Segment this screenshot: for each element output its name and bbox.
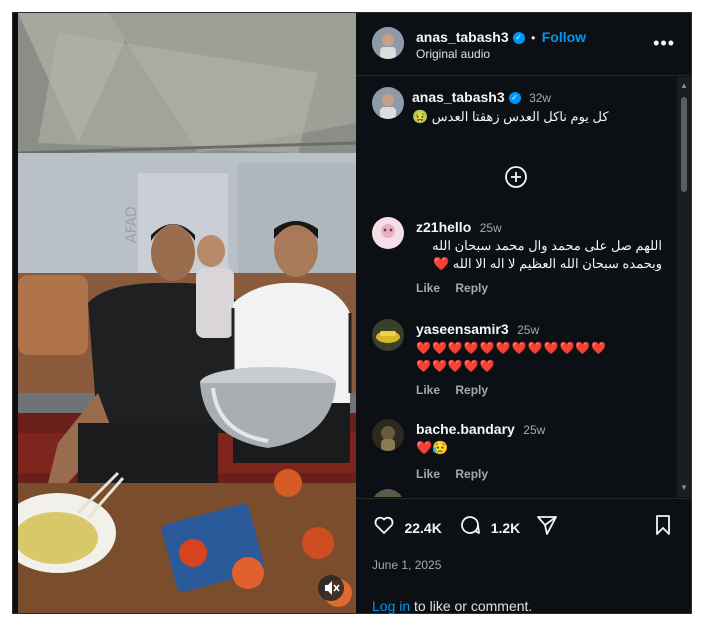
audio-label[interactable]: Original audio (416, 47, 490, 61)
comment-like-button[interactable]: Like (416, 383, 440, 397)
comments-scrollbar[interactable]: ▲ ▼ (677, 77, 691, 497)
post-dialog: AFAD anas_tabash3 ✓ • Follow Original au… (12, 12, 692, 614)
comment-text-line: ❤️❤️❤️❤️❤️❤️❤️❤️❤️❤️❤️❤️ (416, 341, 608, 355)
author-username[interactable]: anas_tabash3 (416, 29, 509, 45)
likes-count[interactable]: 22.4K (404, 520, 441, 536)
commenter-username[interactable]: yaseensamir3 (416, 321, 509, 337)
commenter-username[interactable]: bache.bandary (416, 421, 515, 437)
comment-reply-button[interactable]: Reply (455, 281, 488, 295)
post-actions-footer: 22.4K 1.2K June 1, 2025 Log in to like o… (356, 498, 691, 614)
comment-text-line: اللهم صل على محمد وال محمد سبحان الله (432, 238, 662, 253)
comment-like-button[interactable]: Like (416, 281, 440, 295)
comment-reply-button[interactable]: Reply (455, 467, 488, 481)
comment-icon[interactable] (458, 513, 482, 542)
commenter-avatar[interactable] (372, 319, 404, 351)
comment-reply-button[interactable]: Reply (455, 383, 488, 397)
login-prompt: Log in to like or comment. (372, 598, 532, 614)
caption-username[interactable]: anas_tabash3 (412, 89, 505, 105)
scroll-down-icon[interactable]: ▼ (680, 483, 688, 492)
separator-dot: • (531, 31, 536, 45)
video-frame: AFAD (18, 13, 356, 613)
post-header: anas_tabash3 ✓ • Follow Original audio ••… (356, 13, 691, 76)
heart-icon[interactable] (372, 513, 396, 542)
comment-text-line: وبحمده سبحان الله العظيم لا اله الا الله… (433, 256, 662, 271)
mute-icon[interactable] (318, 575, 344, 601)
caption-text: كل يوم ناكل العدس زهقتا العدس 🤢 (412, 109, 609, 124)
share-icon[interactable] (535, 513, 559, 542)
comments-count[interactable]: 1.2K (491, 520, 521, 536)
load-more-comments-icon[interactable] (504, 165, 528, 189)
commenter-avatar[interactable] (372, 489, 404, 497)
post-side-panel: anas_tabash3 ✓ • Follow Original audio ••… (356, 13, 691, 614)
bookmark-icon[interactable] (651, 513, 675, 542)
comment-text-line: ❤️❤️❤️❤️❤️ (416, 359, 496, 373)
comment-text-line: ❤️😥 (416, 440, 449, 455)
comment-age[interactable]: 25w (523, 423, 545, 437)
video-player[interactable]: AFAD (18, 13, 356, 613)
scroll-up-icon[interactable]: ▲ (680, 81, 688, 90)
verified-badge-icon: ✓ (508, 91, 521, 104)
comment-age[interactable]: 25w (480, 221, 502, 235)
login-link[interactable]: Log in (372, 598, 410, 614)
caption-avatar[interactable] (372, 87, 404, 119)
commenter-avatar[interactable] (372, 217, 404, 249)
follow-button[interactable]: Follow (542, 29, 586, 45)
scrollbar-thumb[interactable] (681, 97, 687, 192)
commenter-username[interactable]: z21hello (416, 219, 471, 235)
login-prompt-text: to like or comment. (410, 598, 533, 614)
svg-text:AFAD: AFAD (124, 206, 140, 243)
comment-like-button[interactable]: Like (416, 467, 440, 481)
caption-age[interactable]: 32w (529, 91, 551, 105)
comment-age[interactable]: 25w (517, 323, 539, 337)
comments-section: anas_tabash3 ✓ 32w كل يوم ناكل العدس زهقت… (356, 77, 691, 497)
verified-badge-icon: ✓ (512, 31, 525, 44)
post-date[interactable]: June 1, 2025 (372, 558, 441, 572)
author-avatar[interactable] (372, 27, 404, 59)
commenter-avatar[interactable] (372, 419, 404, 451)
more-options-icon[interactable]: ••• (653, 33, 675, 54)
